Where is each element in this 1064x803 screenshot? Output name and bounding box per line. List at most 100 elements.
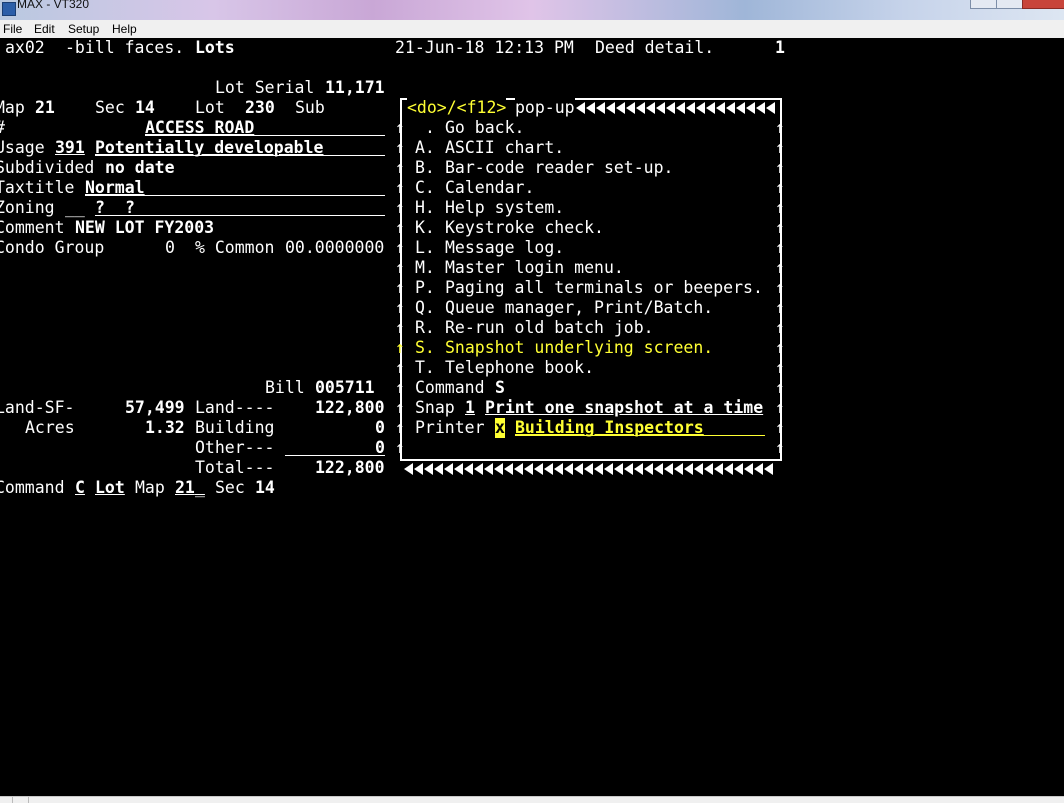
popup-item-key: K. [415,218,435,237]
printer-label: Printer [415,418,485,437]
border-arrow-mark [716,102,725,114]
app-icon [2,2,16,16]
snap-description: Print one snapshot at a time [485,398,764,417]
popup-border-arrow: ↑ [395,258,405,277]
program-code: ax02 [5,38,45,57]
zoning-blank[interactable]: __ [65,198,85,218]
border-arrow-mark [534,463,543,475]
common-value[interactable]: 00.0000000 [285,238,384,258]
menu-edit[interactable]: Edit [34,22,55,36]
border-arrow-mark [616,102,625,114]
popup-border-arrow: ↑ [395,158,405,177]
popup-border-arrow: ↑ [395,418,405,437]
menu-bar: File Edit Setup Help [0,20,1064,39]
command-input[interactable]: C [75,478,85,498]
view-name: Deed detail. [595,38,715,57]
popup-command-label: Command [415,378,485,397]
bill-number: 005711 [315,378,375,397]
terminal-screen[interactable]: ax02 -bill faces. Lots 21-Jun-18 12:13 P… [0,38,1064,796]
bill-label: Bill [265,378,305,397]
condo-group-value[interactable]: 0 [165,238,175,258]
total-label: Total--- [195,458,275,477]
popup-border-arrow: ↑ [775,398,785,417]
close-button[interactable] [1022,0,1064,9]
border-arrow-mark [656,102,665,114]
border-arrow-mark [484,463,493,475]
popup-bottom-arrows [404,463,773,475]
taxtitle-field-line [85,195,385,196]
popup-border-arrow: ↑ [395,138,405,157]
border-arrow-mark [664,463,673,475]
minimize-button[interactable] [970,0,997,9]
comment-label: Comment [0,218,65,237]
popup-item-key: R. [415,318,435,337]
maximize-button[interactable] [996,0,1023,9]
popup-item-label: ASCII chart. [445,138,565,157]
printer-field-line [515,435,765,436]
border-arrow-mark [756,102,765,114]
menu-setup[interactable]: Setup [68,22,99,36]
subdivided-label: Subdivided [0,158,95,177]
popup-command-input[interactable]: S [495,378,505,398]
zoning-field-line [95,215,385,216]
menu-help[interactable]: Help [112,22,137,36]
popup-border-arrow: ↑ [775,418,785,437]
popup-border-arrow: ↑ [775,118,785,137]
border-arrow-mark [404,463,413,475]
border-arrow-mark [424,463,433,475]
comment-value[interactable]: NEW LOT FY2003 [75,218,214,238]
command-module[interactable]: Lot [95,478,125,498]
usage-label: Usage [0,138,45,157]
popup-border-arrow: ↑ [395,278,405,297]
land-value: 122,800 [315,398,385,417]
command-sec-value[interactable]: 14 [255,478,275,498]
popup-top-arrows [576,102,775,114]
border-arrow-mark [524,463,533,475]
popup-border-arrow: ↑ [395,438,405,457]
border-arrow-mark [636,102,645,114]
map-value: 21 [35,98,55,117]
border-arrow-mark [596,102,605,114]
border-arrow-mark [626,102,635,114]
usage-code[interactable]: 391 [55,138,85,158]
other-label: Other--- [195,438,275,457]
building-label: Building [195,418,275,437]
border-arrow-mark [684,463,693,475]
lot-value: 230 [245,98,275,117]
status-pane-2 [14,797,29,803]
popup-border-arrow: ↑ [395,318,405,337]
border-arrow-mark [444,463,453,475]
page-number: 1 [775,38,785,57]
popup-border-arrow: ↑ [775,178,785,197]
sec-value: 14 [135,98,155,117]
taxtitle-label: Taxtitle [0,178,75,197]
street-number-mark: # [0,118,5,138]
zoning-label: Zoning [0,198,55,217]
border-arrow-mark [474,463,483,475]
menu-file[interactable]: File [3,22,22,36]
sec-label: Sec [95,98,125,117]
popup-border-arrow: ↑ [775,378,785,397]
printer-code-input[interactable]: x [495,418,505,438]
border-arrow-mark [604,463,613,475]
border-arrow-mark [504,463,513,475]
popup-border-arrow: ↑ [395,178,405,197]
border-arrow-mark [746,102,755,114]
border-arrow-mark [724,463,733,475]
popup-border-arrow: ↑ [775,438,785,457]
popup-item-label: Calendar. [445,178,535,197]
popup-item-key: P. [415,278,435,297]
border-arrow-mark [644,463,653,475]
subdivided-value[interactable]: no date [105,158,175,178]
window-title-bar[interactable]: MAX - VT320 [0,0,1064,20]
datetime: 21-Jun-18 12:13 PM [395,38,574,57]
snap-value[interactable]: 1 [465,398,475,418]
border-arrow-mark [454,463,463,475]
common-label: % Common [195,238,275,257]
popup-border-arrow: ↑ [395,358,405,377]
command-map-value[interactable]: 21 [175,478,195,498]
popup-item-label: Queue manager, Print/Batch. [445,298,714,317]
popup-border-bottom [400,459,782,461]
popup-border-arrow: ↑ [775,318,785,337]
lot-label: Lot [195,98,225,117]
